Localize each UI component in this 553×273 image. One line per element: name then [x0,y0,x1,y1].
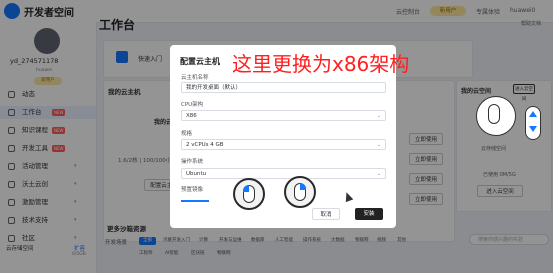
chevron-down-icon: ⌄ [376,113,381,119]
image-selector[interactable] [181,195,209,202]
cpu-arch-value: X86 [186,113,197,119]
spec-value: 2 vCPUs 4 GB [186,142,224,148]
cpu-arch-select[interactable]: X86 ⌄ [181,110,386,121]
scroll-arrows-icon [525,106,541,140]
host-name-label: 云主机名称 [181,75,209,81]
spec-label: 规格 [181,131,193,137]
cpu-arch-label: CPU架构 [181,102,204,108]
mouse-left-click-icon [233,178,265,210]
os-label: 操作系统 [181,159,204,165]
install-button[interactable]: 安装 [355,208,383,220]
cancel-button[interactable]: 取消 [312,208,340,220]
image-label: 预置镜像 [181,187,204,193]
mouse-right-click-icon [284,176,316,208]
host-name-input[interactable]: 我的开发桌面（默认） [181,82,386,93]
dialog-title: 配置云主机 [180,57,220,66]
annotation-text: 这里更换为x86架构 [232,52,410,76]
chevron-down-icon: ⌄ [376,142,381,148]
mouse-scroll-icon [476,96,516,136]
chevron-down-icon: ⌄ [376,171,381,177]
spec-select[interactable]: 2 vCPUs 4 GB ⌄ [181,139,386,150]
os-value: Ubuntu [186,171,207,177]
os-select[interactable]: Ubuntu ⌄ [181,168,386,179]
